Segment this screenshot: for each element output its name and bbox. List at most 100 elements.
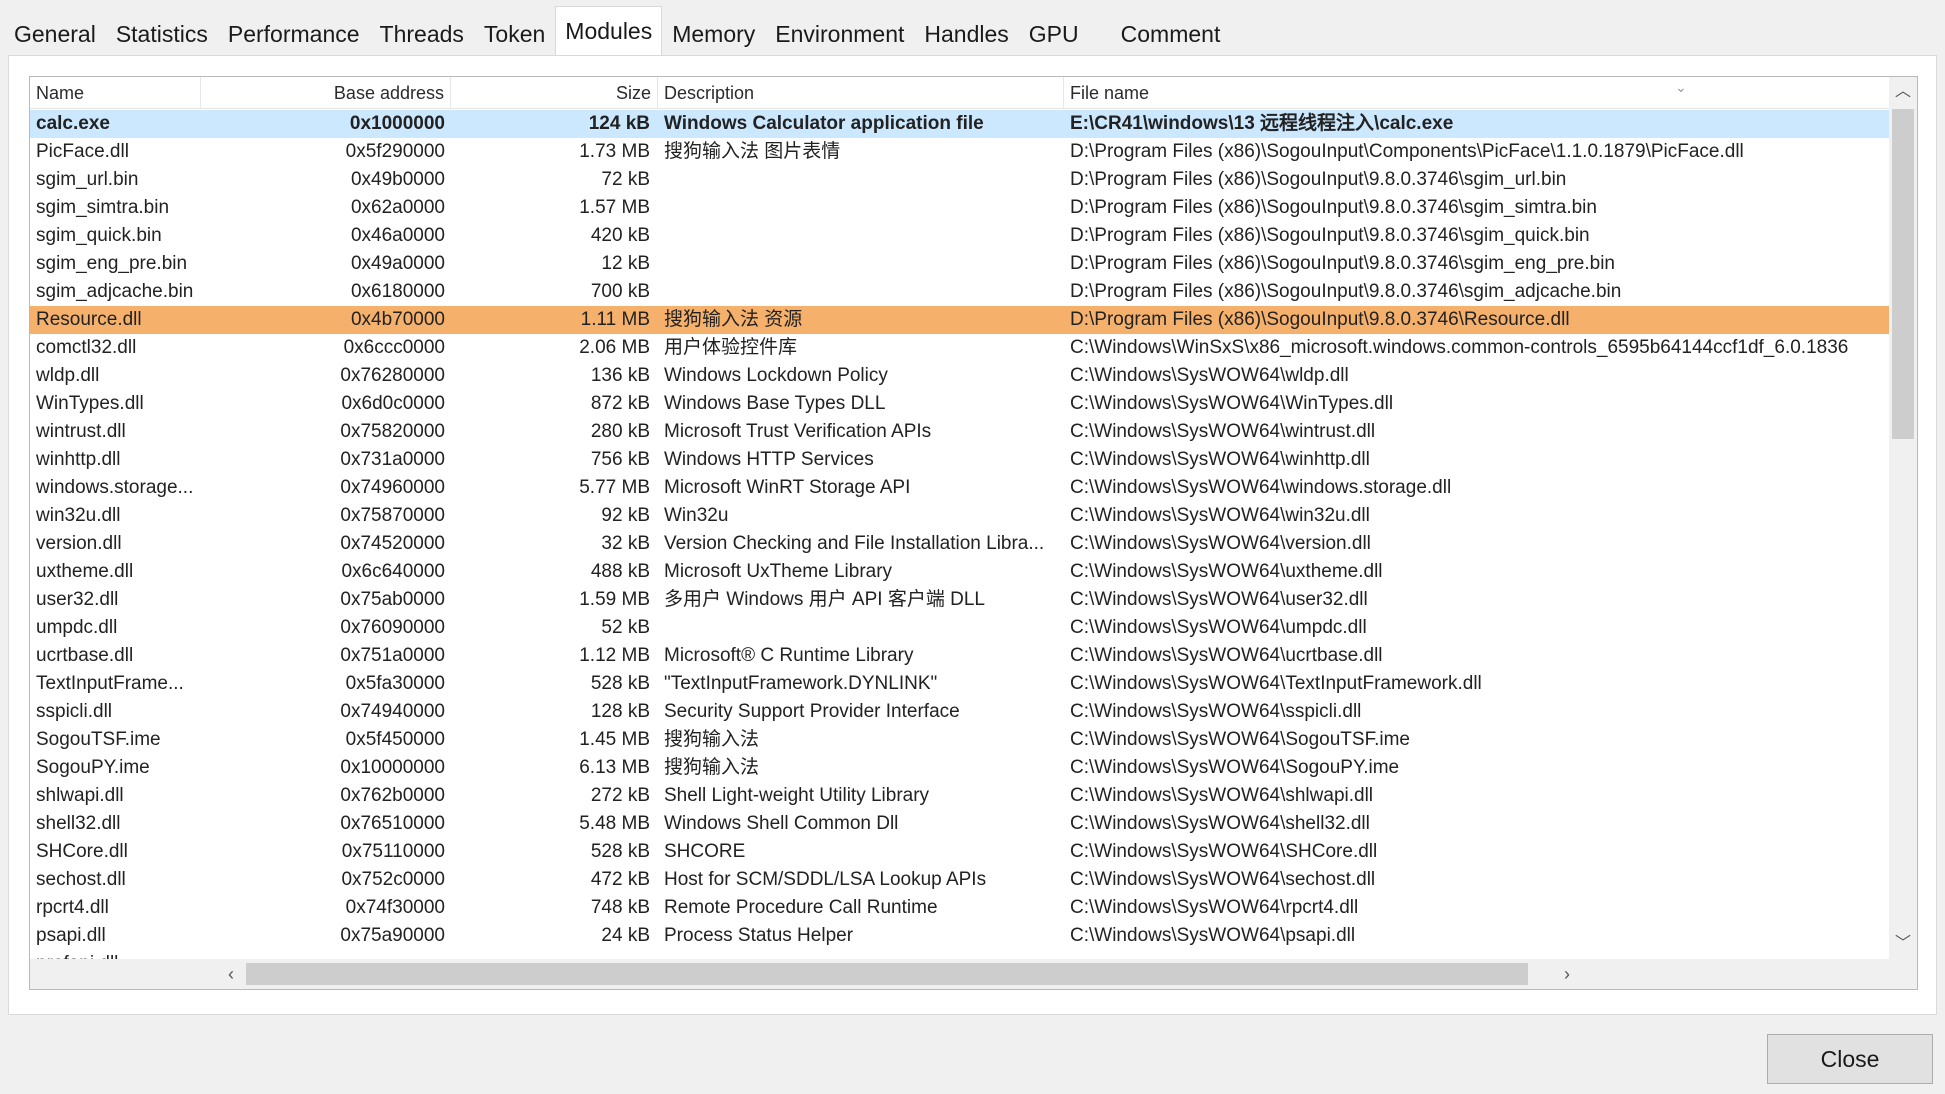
module-name: win32u.dll (36, 505, 121, 526)
scroll-left-icon[interactable]: ‹ (216, 959, 246, 989)
tab-gpu[interactable]: GPU (1019, 13, 1089, 55)
module-name: sgim_eng_pre.bin (36, 253, 188, 274)
tab-performance[interactable]: Performance (218, 13, 370, 55)
table-row[interactable]: wldp.dll 0x76280000 136 kB Windows Lockdown… (30, 362, 1889, 390)
table-row[interactable]: uxtheme.dll 0x6c640000 488 kB Microsoft UxT… (30, 558, 1889, 586)
table-row[interactable]: sgim_simtra.bin 0x62a0000 1.57 MB D:\Progra… (30, 194, 1889, 222)
horizontal-scrollbar[interactable]: ‹ › (30, 959, 1889, 989)
table-row[interactable]: user32.dll 0x75ab0000 1.59 MB 多用户 Windows 用… (30, 586, 1889, 614)
column-header-file-name[interactable]: File name (1064, 77, 1889, 109)
module-description: Host for SCM/SDDL/LSA Lookup APIs (664, 869, 987, 890)
column-header-description[interactable]: Description (658, 77, 1064, 109)
table-row[interactable]: sgim_url.bin 0x49b0000 72 kB D:\Program Fil… (30, 166, 1889, 194)
module-base-address: 0x1000000 (349, 113, 445, 134)
tab-threads[interactable]: Threads (370, 13, 474, 55)
table-row[interactable]: sgim_quick.bin 0x46a0000 420 kB D:\Program … (30, 222, 1889, 250)
module-file-name: C:\Windows\SysWOW64\win32u.dll (1070, 505, 1370, 526)
table-row[interactable]: Resource.dll 0x4b70000 1.11 MB 搜狗输入法 资源 D:\P… (30, 306, 1889, 334)
module-description: Security Support Provider Interface (664, 701, 960, 722)
module-base-address: 0x74f30000 (345, 897, 445, 918)
module-base-address: 0x751a0000 (340, 645, 445, 666)
table-row[interactable]: PicFace.dll 0x5f290000 1.73 MB 搜狗输入法 图片表情 D:… (30, 138, 1889, 166)
module-file-name: C:\Windows\SysWOW64\sechost.dll (1070, 869, 1376, 890)
module-name: sechost.dll (36, 869, 126, 890)
table-row[interactable]: winhttp.dll 0x731a0000 756 kB Windows HTTP … (30, 446, 1889, 474)
scroll-right-icon[interactable]: › (1552, 959, 1582, 989)
table-row[interactable]: sgim_adjcache.bin 0x6180000 700 kB D:\Progr… (30, 278, 1889, 306)
module-size: 528 kB (590, 841, 650, 862)
module-description: Microsoft WinRT Storage API (664, 477, 911, 498)
table-row[interactable]: calc.exe 0x1000000 124 kB Windows Calculato… (30, 110, 1889, 138)
module-base-address: 0x6180000 (350, 281, 445, 302)
module-file-name: C:\Windows\SysWOW64\user32.dll (1070, 589, 1368, 610)
module-base-address: 0x75a90000 (340, 925, 445, 946)
table-row[interactable]: comctl32.dll 0x6ccc0000 2.06 MB 用户体验控件库 C:\W… (30, 334, 1889, 362)
table-row[interactable]: SogouPY.ime 0x10000000 6.13 MB 搜狗输入法 C:\Wind… (30, 754, 1889, 782)
table-row[interactable]: windows.storage... 0x74960000 5.77 MB Micro… (30, 474, 1889, 502)
scrollbar-corner (1889, 959, 1917, 989)
close-button[interactable]: Close (1767, 1034, 1933, 1084)
module-file-name: D:\Program Files (x86)\SogouInput\9.8.0.… (1070, 169, 1567, 190)
table-row[interactable]: sgim_eng_pre.bin 0x49a0000 12 kB D:\Program… (30, 250, 1889, 278)
module-file-name: D:\Program Files (x86)\SogouInput\9.8.0.… (1070, 197, 1597, 218)
tab-modules[interactable]: Modules (555, 6, 663, 56)
module-size: 1.12 MB (579, 645, 650, 666)
table-row[interactable]: SHCore.dll 0x75110000 528 kB SHCORE C:\Windo… (30, 838, 1889, 866)
module-base-address: 0x74520000 (340, 533, 445, 554)
module-size: 700 kB (590, 281, 650, 302)
tab-token[interactable]: Token (474, 13, 555, 55)
vertical-scroll-thumb[interactable] (1892, 109, 1914, 439)
module-name: SogouTSF.ime (36, 729, 161, 750)
tab-handles[interactable]: Handles (914, 13, 1018, 55)
table-row[interactable]: shlwapi.dll 0x762b0000 272 kB Shell Light-w… (30, 782, 1889, 810)
table-row[interactable]: shell32.dll 0x76510000 5.48 MB Windows Shel… (30, 810, 1889, 838)
module-name: comctl32.dll (36, 337, 137, 358)
table-row[interactable]: WinTypes.dll 0x6d0c0000 872 kB Windows Base… (30, 390, 1889, 418)
tab-comment[interactable]: Comment (1111, 13, 1231, 55)
table-row[interactable]: win32u.dll 0x75870000 92 kB Win32u C:\Window… (30, 502, 1889, 530)
table-row[interactable]: profapi.dll (30, 950, 1889, 959)
module-description: 用户体验控件库 (664, 337, 798, 358)
vertical-scrollbar[interactable]: ︿ ﹀ (1889, 77, 1917, 959)
module-file-name: C:\Windows\SysWOW64\uxtheme.dll (1070, 561, 1383, 582)
column-header-name[interactable]: Name (30, 77, 201, 109)
table-row[interactable]: sechost.dll 0x752c0000 472 kB Host for SCM/… (30, 866, 1889, 894)
module-file-name: C:\Windows\SysWOW64\wintrust.dll (1070, 421, 1376, 442)
table-row[interactable]: wintrust.dll 0x75820000 280 kB Microsoft Tr… (30, 418, 1889, 446)
tab-environment[interactable]: Environment (765, 13, 914, 55)
tab-general[interactable]: General (4, 13, 106, 55)
module-file-name: C:\Windows\SysWOW64\psapi.dll (1070, 925, 1356, 946)
module-base-address: 0x75870000 (340, 505, 445, 526)
column-header-size[interactable]: Size (451, 77, 658, 109)
scroll-down-icon[interactable]: ﹀ (1889, 929, 1917, 959)
modules-tab-panel: Name Base address Size Description File … (8, 55, 1937, 1015)
column-header-base-address[interactable]: Base address (201, 77, 451, 109)
table-row[interactable]: SogouTSF.ime 0x5f450000 1.45 MB 搜狗输入法 C:\Win… (30, 726, 1889, 754)
module-file-name: D:\Program Files (x86)\SogouInput\9.8.0.… (1070, 309, 1570, 330)
horizontal-scroll-thumb[interactable] (246, 963, 1528, 985)
module-size: 72 kB (601, 169, 650, 190)
table-row[interactable]: rpcrt4.dll 0x74f30000 748 kB Remote Procedu… (30, 894, 1889, 922)
module-file-name: C:\Windows\SysWOW64\SHCore.dll (1070, 841, 1378, 862)
scroll-up-icon[interactable]: ︿ (1889, 77, 1917, 107)
tab-statistics[interactable]: Statistics (106, 13, 218, 55)
table-row[interactable]: ucrtbase.dll 0x751a0000 1.12 MB Microsoft® … (30, 642, 1889, 670)
module-name: user32.dll (36, 589, 119, 610)
table-row[interactable]: umpdc.dll 0x76090000 52 kB C:\Windows\SysWO… (30, 614, 1889, 642)
module-description: Remote Procedure Call Runtime (664, 897, 938, 918)
modules-list[interactable]: Name Base address Size Description File … (29, 76, 1918, 990)
module-file-name: C:\Windows\WinSxS\x86_microsoft.windows.… (1070, 337, 1849, 358)
module-name: version.dll (36, 533, 122, 554)
module-description: 搜狗输入法 资源 (664, 309, 803, 330)
module-description (664, 950, 1064, 959)
module-base-address: 0x76280000 (340, 365, 445, 386)
table-row[interactable]: psapi.dll 0x75a90000 24 kB Process Status H… (30, 922, 1889, 950)
module-base-address: 0x5fa30000 (345, 673, 445, 694)
table-row[interactable]: version.dll 0x74520000 32 kB Version Checki… (30, 530, 1889, 558)
table-row[interactable]: TextInputFrame... 0x5fa30000 528 kB "TextIn… (30, 670, 1889, 698)
module-base-address: 0x75110000 (341, 841, 445, 862)
module-description (664, 250, 1064, 278)
module-file-name: D:\Program Files (x86)\SogouInput\9.8.0.… (1070, 225, 1590, 246)
tab-memory[interactable]: Memory (662, 13, 765, 55)
table-row[interactable]: sspicli.dll 0x74940000 128 kB Security Supp… (30, 698, 1889, 726)
